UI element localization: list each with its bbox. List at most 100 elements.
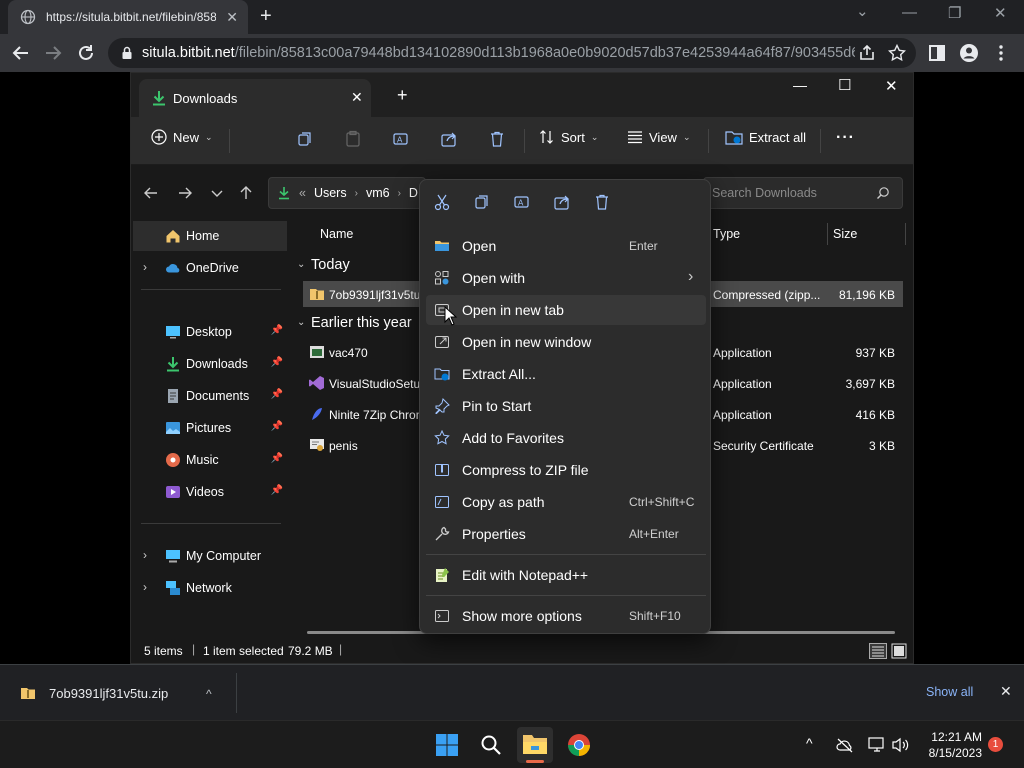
breadcrumb-downloads[interactable]: D xyxy=(409,186,418,200)
explorer-minimize-button[interactable]: — xyxy=(793,77,807,93)
show-all-downloads-link[interactable]: Show all xyxy=(926,685,973,699)
chevron-right-icon[interactable]: › xyxy=(143,548,147,562)
nav-item-videos[interactable]: Videos 📌 xyxy=(133,477,287,507)
sort-button[interactable]: Sort ⌄ xyxy=(539,129,598,145)
taskbar-clock[interactable]: 12:21 AM 8/15/2023 xyxy=(910,729,982,761)
chevron-right-icon[interactable]: › xyxy=(143,260,147,274)
column-divider[interactable] xyxy=(905,223,906,245)
reload-button[interactable] xyxy=(75,42,97,64)
menu-item-open-in-new-window[interactable]: Open in new window xyxy=(426,327,706,357)
cut-icon[interactable] xyxy=(433,193,451,211)
menu-item-show-more-options[interactable]: Show more options Shift+F10 xyxy=(426,601,706,631)
rename-icon[interactable]: A xyxy=(392,130,410,148)
explorer-maximize-button[interactable]: ☐ xyxy=(838,76,851,94)
explorer-tab-downloads[interactable]: Downloads ✕ xyxy=(139,79,371,117)
column-divider[interactable] xyxy=(827,223,828,245)
back-button[interactable] xyxy=(10,42,32,64)
arrow-up-icon[interactable] xyxy=(238,185,254,201)
rename-icon[interactable]: A xyxy=(513,193,531,211)
nav-label: Music xyxy=(186,453,219,467)
nav-item-home[interactable]: Home xyxy=(133,221,287,251)
star-bookmark-icon[interactable] xyxy=(888,44,906,62)
download-options-chevron[interactable]: ^ xyxy=(206,687,212,701)
profile-button[interactable] xyxy=(958,42,980,64)
explorer-tab-close-button[interactable]: ✕ xyxy=(351,89,363,106)
nav-item-my-computer[interactable]: › My Computer xyxy=(133,541,287,571)
explorer-new-tab-button[interactable]: + xyxy=(397,85,408,106)
forward-button[interactable] xyxy=(42,42,64,64)
wrench-icon xyxy=(435,526,450,541)
start-button[interactable] xyxy=(429,727,465,763)
menu-item-copy-as-path[interactable]: Copy as path Ctrl+Shift+C xyxy=(426,487,706,517)
address-bar[interactable]: situla.bitbit.net /filebin/85813c00a7944… xyxy=(108,38,916,68)
extract-all-button[interactable]: Extract all xyxy=(725,129,806,145)
menu-item-pin-to-start[interactable]: Pin to Start xyxy=(426,391,706,421)
cloud-offline-icon[interactable] xyxy=(836,737,854,753)
breadcrumb-users[interactable]: Users xyxy=(314,186,347,200)
group-header-today[interactable]: Today xyxy=(311,257,350,273)
delete-icon[interactable] xyxy=(488,130,506,148)
menu-item-open[interactable]: Open Enter xyxy=(426,231,706,261)
browser-tab-search-button[interactable]: ⌄ xyxy=(856,2,869,20)
menu-item-extract-all[interactable]: Extract All... xyxy=(426,359,706,389)
sidepanel-button[interactable] xyxy=(926,42,948,64)
menu-item-add-to-favorites[interactable]: Add to Favorites xyxy=(426,423,706,453)
recent-locations-chevron-icon[interactable] xyxy=(209,185,225,201)
column-header-name[interactable]: Name xyxy=(320,227,353,241)
delete-icon[interactable] xyxy=(593,193,611,211)
share-icon[interactable] xyxy=(858,44,876,62)
close-shelf-button[interactable]: ✕ xyxy=(1000,683,1012,700)
nav-item-documents[interactable]: Documents 📌 xyxy=(133,381,287,411)
nav-item-pictures[interactable]: Pictures 📌 xyxy=(133,413,287,443)
browser-tab-close-button[interactable]: ✕ xyxy=(226,9,238,26)
menu-item-compress-to-zip[interactable]: Compress to ZIP file xyxy=(426,455,706,485)
paste-icon[interactable] xyxy=(344,130,362,148)
menu-item-open-with[interactable]: Open with › xyxy=(426,263,706,293)
browser-tab[interactable]: https://situla.bitbit.net/filebin/858...… xyxy=(8,0,248,34)
explorer-address-bar[interactable]: « Users › vm6 › D xyxy=(268,177,426,209)
taskbar-search-button[interactable] xyxy=(473,727,509,763)
column-header-type[interactable]: Type xyxy=(713,227,740,241)
search-downloads-input[interactable]: Search Downloads xyxy=(703,177,903,209)
tiles-view-icon[interactable] xyxy=(891,643,907,659)
copy-icon[interactable] xyxy=(473,193,491,211)
menu-item-open-in-new-tab[interactable]: Open in new tab xyxy=(426,295,706,325)
breadcrumb-overflow[interactable]: « xyxy=(299,186,306,200)
browser-close-button[interactable]: ✕ xyxy=(994,4,1007,22)
nav-item-onedrive[interactable]: › OneDrive xyxy=(133,253,287,283)
network-monitor-icon[interactable] xyxy=(868,737,886,753)
arrow-right-icon[interactable] xyxy=(177,185,193,201)
more-options-button[interactable]: ··· xyxy=(836,129,855,147)
chrome-menu-button[interactable] xyxy=(990,42,1012,64)
browser-new-tab-button[interactable]: + xyxy=(260,6,272,26)
group-chevron-icon[interactable]: ⌄ xyxy=(297,259,305,270)
group-chevron-icon[interactable]: ⌄ xyxy=(297,317,305,328)
browser-restore-button[interactable]: ❐ xyxy=(948,4,961,22)
copy-icon[interactable] xyxy=(296,130,314,148)
arrow-left-icon[interactable] xyxy=(143,185,159,201)
menu-item-edit-with-notepadpp[interactable]: Edit with Notepad++ xyxy=(426,560,706,590)
new-button[interactable]: New ⌄ xyxy=(151,129,213,145)
taskbar-file-explorer[interactable] xyxy=(517,727,553,763)
browser-minimize-button[interactable]: — xyxy=(902,4,917,21)
tray-overflow-chevron-icon[interactable]: ^ xyxy=(806,735,813,751)
nav-item-downloads[interactable]: Downloads 📌 xyxy=(133,349,287,379)
nav-item-music[interactable]: Music 📌 xyxy=(133,445,287,475)
notification-badge[interactable]: 1 xyxy=(988,737,1003,752)
share-icon[interactable] xyxy=(440,130,458,148)
details-view-icon[interactable] xyxy=(869,643,887,659)
volume-icon[interactable] xyxy=(892,737,910,753)
download-item[interactable]: 7ob9391ljf31v5tu.zip ^ xyxy=(16,679,236,707)
column-header-size[interactable]: Size xyxy=(833,227,857,241)
group-header-earlier[interactable]: Earlier this year xyxy=(311,315,412,331)
svg-text:A: A xyxy=(518,199,524,208)
nav-item-desktop[interactable]: Desktop 📌 xyxy=(133,317,287,347)
share-icon[interactable] xyxy=(553,193,571,211)
chevron-right-icon[interactable]: › xyxy=(143,580,147,594)
taskbar-chrome[interactable] xyxy=(561,727,597,763)
explorer-close-button[interactable]: ✕ xyxy=(885,77,898,95)
view-button[interactable]: View ⌄ xyxy=(627,129,691,145)
nav-item-network[interactable]: › Network xyxy=(133,573,287,603)
menu-item-properties[interactable]: Properties Alt+Enter xyxy=(426,519,706,549)
breadcrumb-vm6[interactable]: vm6 xyxy=(366,186,390,200)
